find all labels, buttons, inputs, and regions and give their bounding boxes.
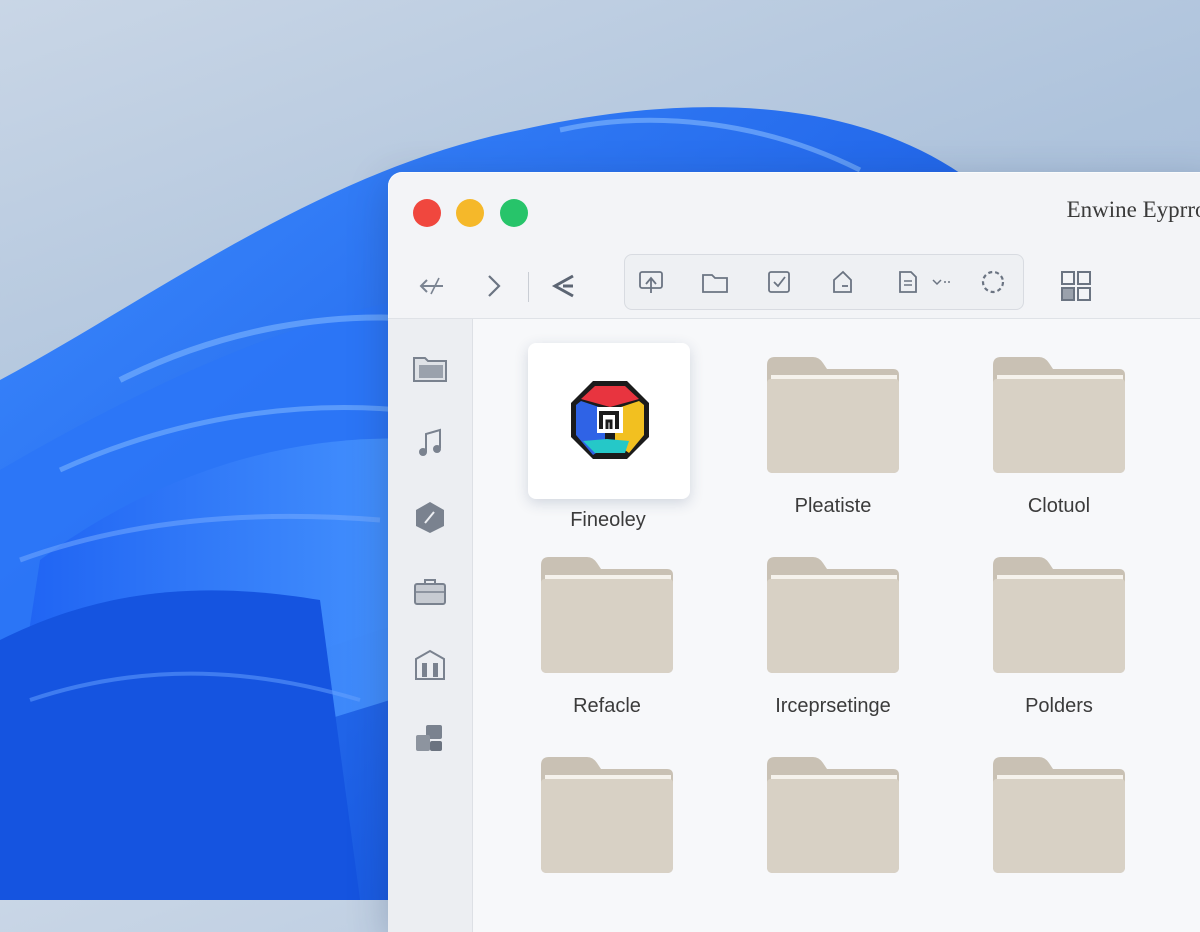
folder-label: Refacle xyxy=(573,695,641,717)
file-item-app[interactable]: Fineoley xyxy=(473,319,743,531)
folder-icon xyxy=(413,357,447,382)
folder-item[interactable]: Clotuol xyxy=(989,319,1159,517)
close-button[interactable] xyxy=(413,199,441,227)
folder-icon xyxy=(541,757,673,873)
settings-icon xyxy=(981,270,1005,294)
title-bar: Enwine Eyprron xyxy=(388,172,1200,250)
new-folder-icon xyxy=(639,271,663,293)
settings-button[interactable] xyxy=(971,260,1015,304)
sidebar-item-work[interactable] xyxy=(408,569,452,613)
file-explorer-window: Enwine Eyprron xyxy=(388,172,1200,932)
folder-icon xyxy=(993,757,1125,873)
folder-icon xyxy=(702,274,728,293)
music-icon xyxy=(419,428,441,456)
forward-button[interactable] xyxy=(472,264,516,308)
grid-view-icon xyxy=(1061,271,1091,301)
sidebar-item-music[interactable] xyxy=(408,421,452,465)
folder-item[interactable] xyxy=(989,719,1159,909)
folder-icon xyxy=(767,757,899,873)
tag-icon xyxy=(833,270,852,293)
back-icon xyxy=(419,277,443,295)
back-button[interactable] xyxy=(410,264,454,308)
view-mode-button[interactable] xyxy=(1054,264,1098,308)
toolbar-separator xyxy=(528,272,529,302)
checkbox-icon xyxy=(768,271,790,293)
folder-icon xyxy=(541,557,673,673)
tag-icon xyxy=(416,502,444,533)
folder-label: Irceprsetinge xyxy=(775,695,891,717)
sidebar-item-locations[interactable] xyxy=(408,643,452,687)
sidebar-item-apps[interactable] xyxy=(408,717,452,761)
building-icon xyxy=(415,649,445,680)
select-button[interactable] xyxy=(757,260,801,304)
file-grid: Fineoley Pleatiste Clotuol Refacle Ircep… xyxy=(473,319,1200,932)
maximize-button[interactable] xyxy=(500,199,528,227)
briefcase-icon xyxy=(414,579,446,605)
tag-button[interactable] xyxy=(821,260,865,304)
new-folder-button[interactable] xyxy=(629,260,673,304)
folder-icon xyxy=(767,357,899,473)
folder-item[interactable] xyxy=(537,719,707,909)
document-button[interactable] xyxy=(885,260,929,304)
folder-label: Polders xyxy=(1025,695,1093,717)
apps-icon xyxy=(416,725,442,751)
share-button[interactable] xyxy=(542,264,586,308)
sidebar-item-tags[interactable] xyxy=(408,495,452,539)
toolbar-action-group xyxy=(624,254,1024,310)
sidebar xyxy=(388,319,473,932)
folder-item[interactable]: Polders xyxy=(989,519,1159,717)
minimize-button[interactable] xyxy=(456,199,484,227)
document-icon xyxy=(899,271,917,293)
window-title: Enwine Eyprron xyxy=(1066,197,1200,222)
forward-icon xyxy=(488,275,501,297)
folder-label: Clotuol xyxy=(1027,495,1091,517)
share-icon xyxy=(551,274,574,298)
folder-item[interactable]: Refacle xyxy=(537,519,707,717)
more-icon xyxy=(932,279,951,286)
folder-button[interactable] xyxy=(693,260,737,304)
folder-icon xyxy=(767,557,899,673)
folder-icon xyxy=(993,557,1125,673)
sidebar-item-files[interactable] xyxy=(408,347,452,391)
toolbar xyxy=(388,250,1200,320)
more-button[interactable] xyxy=(927,260,957,304)
folder-item[interactable] xyxy=(763,719,933,909)
app-icon xyxy=(571,381,649,459)
folder-item[interactable]: Irceprsetinge xyxy=(763,519,933,717)
folder-item[interactable]: Pleatiste xyxy=(763,319,933,517)
folder-label: Pleatiste xyxy=(794,495,872,517)
folder-icon xyxy=(993,357,1125,473)
